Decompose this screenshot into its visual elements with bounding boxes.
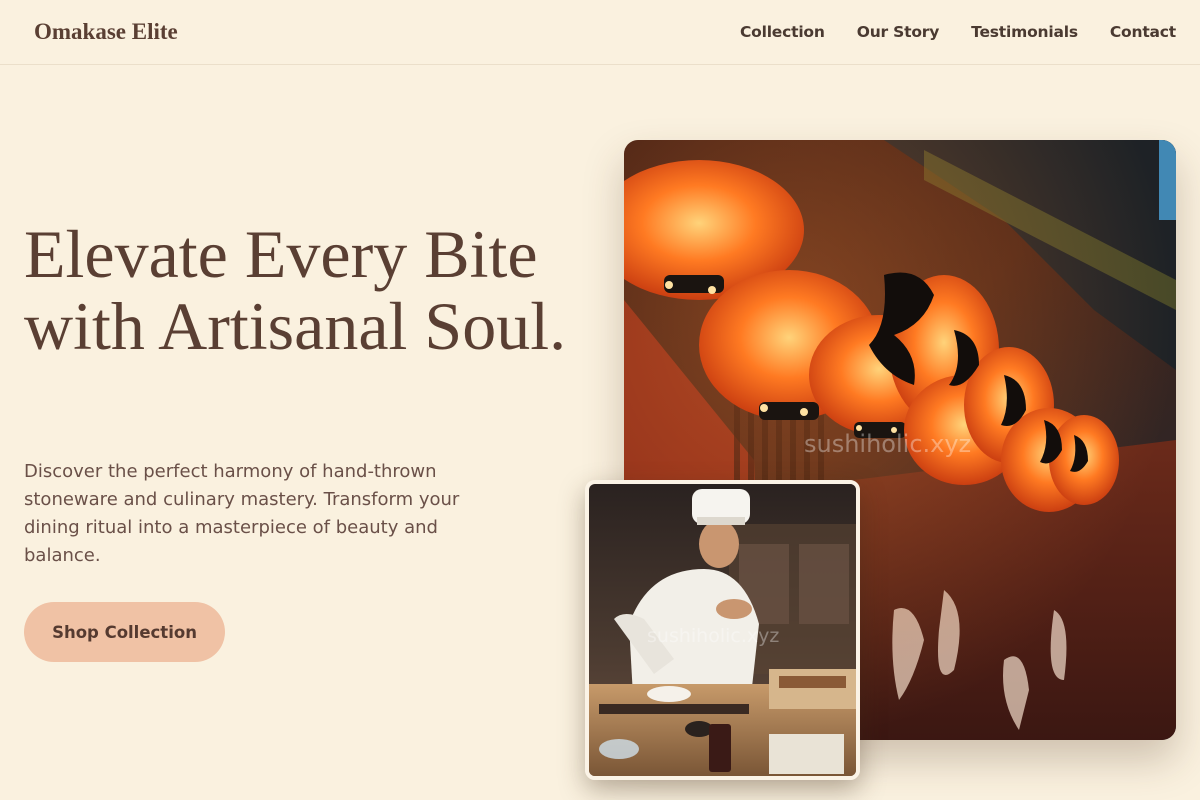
main-nav: Collection Our Story Testimonials Contac… xyxy=(740,23,1176,41)
watermark-text-secondary: sushiholic.xyz xyxy=(647,625,779,647)
nav-link-testimonials[interactable]: Testimonials xyxy=(971,23,1078,41)
brand-logo[interactable]: Omakase Elite xyxy=(34,19,178,45)
shop-collection-button[interactable]: Shop Collection xyxy=(24,602,225,662)
nav-link-contact[interactable]: Contact xyxy=(1110,23,1176,41)
top-navigation-bar: Omakase Elite Collection Our Story Testi… xyxy=(0,0,1200,65)
hero-title: Elevate Every Bite with Artisanal Soul. xyxy=(24,216,567,364)
watermark-text: sushiholic.xyz xyxy=(804,430,971,458)
hero-description: Discover the perfect harmony of hand-thr… xyxy=(24,461,460,566)
nav-link-our-story[interactable]: Our Story xyxy=(857,23,940,41)
nav-link-collection[interactable]: Collection xyxy=(740,23,825,41)
sushi-chef-photo: sushiholic.xyz xyxy=(585,480,860,780)
